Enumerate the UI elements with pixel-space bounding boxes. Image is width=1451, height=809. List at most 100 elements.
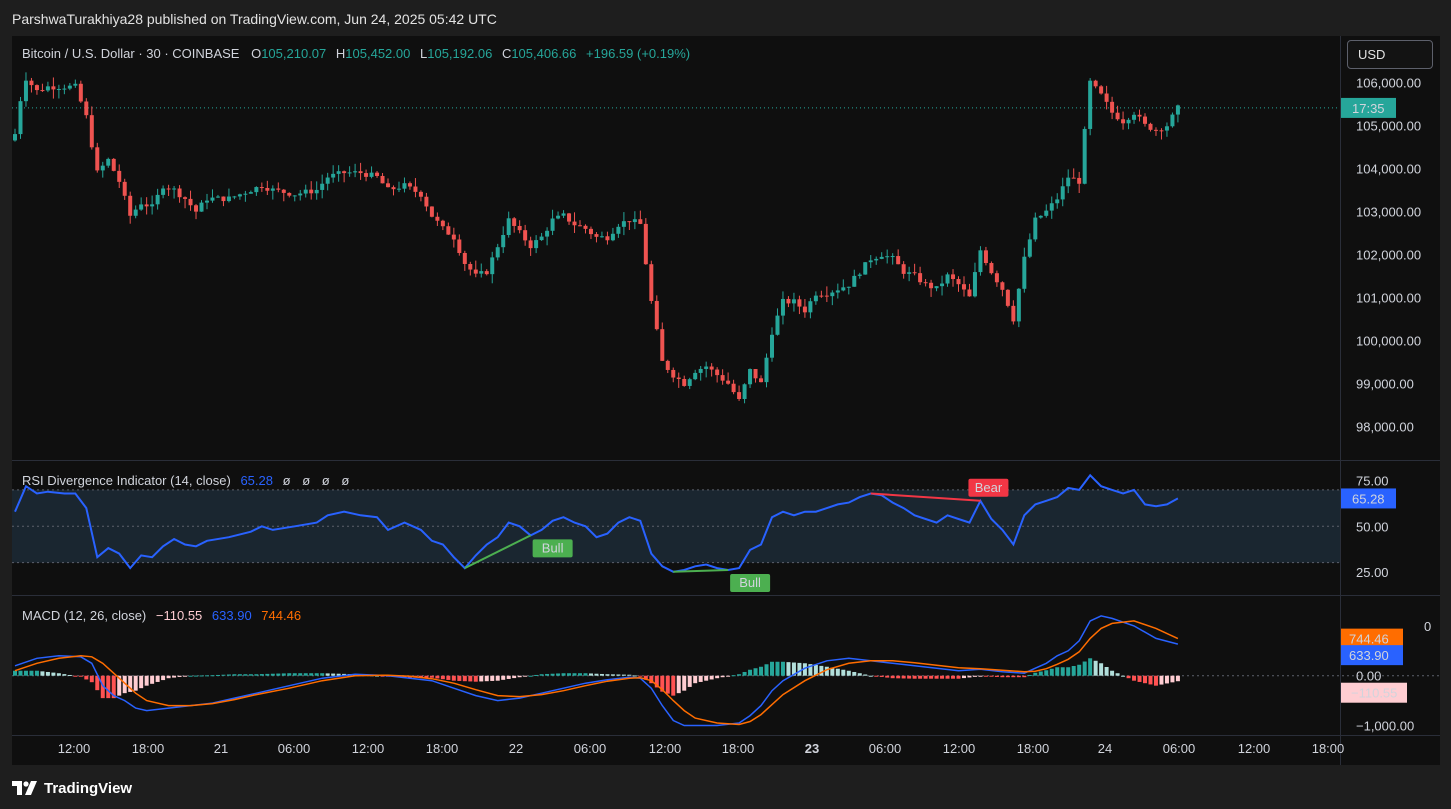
candle-body[interactable] [934, 286, 939, 289]
candle-body[interactable] [994, 273, 999, 283]
candle-body[interactable] [654, 300, 659, 330]
candle-body[interactable] [336, 171, 341, 174]
candle-body[interactable] [210, 197, 215, 201]
candle-body[interactable] [764, 357, 769, 383]
candle-body[interactable] [314, 189, 319, 194]
candle-body[interactable] [29, 80, 34, 86]
candle-body[interactable] [780, 298, 785, 316]
candle-body[interactable] [929, 282, 934, 289]
candle-body[interactable] [407, 183, 412, 187]
candle-body[interactable] [742, 384, 747, 400]
candle-body[interactable] [797, 299, 802, 307]
candle-body[interactable] [473, 269, 478, 274]
candle-body[interactable] [495, 247, 500, 258]
candle-body[interactable] [769, 334, 774, 358]
candle-body[interactable] [23, 80, 28, 102]
candle-body[interactable] [539, 236, 544, 241]
candle-body[interactable] [89, 115, 94, 148]
candle-body[interactable] [693, 372, 698, 380]
macd-series[interactable] [13, 615, 1180, 727]
candle-body[interactable] [462, 252, 467, 264]
candle-body[interactable] [78, 83, 83, 102]
candle-body[interactable] [1016, 288, 1021, 322]
candle-body[interactable] [270, 188, 275, 191]
candle-body[interactable] [155, 194, 160, 205]
candle-body[interactable] [1033, 217, 1038, 240]
candle-body[interactable] [1126, 119, 1131, 124]
candle-body[interactable] [309, 189, 314, 194]
candle-body[interactable] [1071, 177, 1076, 179]
rsi-title[interactable]: RSI Divergence Indicator (14, close) [22, 473, 231, 488]
candle-body[interactable] [1121, 119, 1126, 124]
candle-body[interactable] [188, 198, 193, 206]
candle-body[interactable] [846, 286, 851, 288]
candle-body[interactable] [111, 158, 116, 171]
candle-body[interactable] [177, 188, 182, 198]
candle-body[interactable] [923, 282, 928, 284]
candle-body[interactable] [907, 272, 912, 274]
candle-body[interactable] [402, 183, 407, 189]
candle-body[interactable] [457, 239, 462, 253]
candle-body[interactable] [852, 275, 857, 287]
candle-body[interactable] [1077, 177, 1082, 184]
candle-body[interactable] [84, 101, 89, 116]
candle-body[interactable] [835, 290, 840, 293]
candle-body[interactable] [983, 250, 988, 264]
candle-body[interactable] [896, 256, 901, 265]
candle-body[interactable] [1159, 130, 1164, 132]
candle-body[interactable] [1082, 128, 1087, 184]
candle-body[interactable] [435, 216, 440, 221]
candle-body[interactable] [1115, 112, 1120, 120]
candle-body[interactable] [183, 197, 188, 199]
candle-body[interactable] [150, 204, 155, 207]
candle-body[interactable] [972, 272, 977, 297]
candle-body[interactable] [298, 193, 303, 196]
candle-body[interactable] [808, 301, 813, 313]
candle-body[interactable] [1164, 126, 1169, 131]
candle-body[interactable] [490, 257, 495, 275]
candle-body[interactable] [567, 213, 572, 222]
candle-body[interactable] [671, 369, 676, 378]
candle-body[interactable] [561, 213, 566, 216]
candle-body[interactable] [890, 256, 895, 258]
candle-body[interactable] [824, 295, 829, 297]
candle-body[interactable] [1137, 114, 1142, 117]
candle-body[interactable] [759, 378, 764, 383]
candle-body[interactable] [254, 187, 259, 193]
candle-body[interactable] [638, 219, 643, 224]
candle-body[interactable] [199, 202, 204, 212]
candle-body[interactable] [287, 192, 292, 196]
candle-body[interactable] [446, 226, 451, 235]
candle-body[interactable] [325, 177, 330, 184]
candle-body[interactable] [194, 205, 199, 212]
candle-body[interactable] [106, 158, 111, 166]
candle-body[interactable] [583, 225, 588, 229]
candle-body[interactable] [731, 383, 736, 393]
candle-body[interactable] [775, 315, 780, 335]
candle-body[interactable] [18, 101, 23, 135]
candle-body[interactable] [386, 183, 391, 188]
candle-body[interactable] [660, 329, 665, 361]
candle-body[interactable] [506, 218, 511, 235]
candle-body[interactable] [1066, 177, 1071, 187]
candle-body[interactable] [786, 298, 791, 304]
candle-body[interactable] [616, 226, 621, 234]
candle-body[interactable] [1049, 203, 1054, 211]
candle-body[interactable] [676, 377, 681, 379]
candle-body[interactable] [918, 273, 923, 283]
candle-body[interactable] [161, 188, 166, 195]
macd-title[interactable]: MACD (12, 26, close) [22, 608, 146, 623]
candle-body[interactable] [139, 204, 144, 210]
candle-body[interactable] [588, 228, 593, 235]
candle-body[interactable] [517, 225, 522, 231]
candle-body[interactable] [51, 86, 56, 90]
candle-body[interactable] [128, 195, 133, 216]
candle-body[interactable] [665, 360, 670, 370]
candle-body[interactable] [265, 187, 270, 191]
candle-body[interactable] [857, 274, 862, 276]
candle-body[interactable] [550, 218, 555, 231]
candle-body[interactable] [13, 134, 17, 141]
candle-body[interactable] [117, 170, 122, 182]
candle-body[interactable] [704, 366, 709, 369]
candle-body[interactable] [594, 234, 599, 237]
